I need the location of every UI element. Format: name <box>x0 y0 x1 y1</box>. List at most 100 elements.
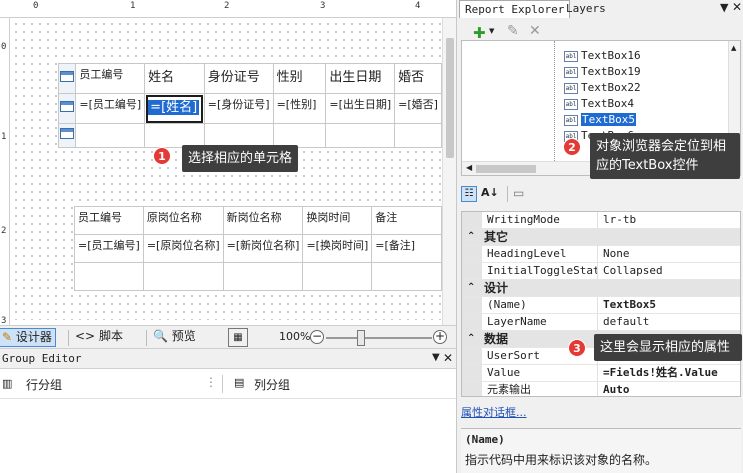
table-cell[interactable] <box>302 262 373 291</box>
arrow-up-icon[interactable]: ▲ <box>731 44 736 52</box>
zoom-in-button[interactable]: + <box>433 330 447 344</box>
property-category[interactable]: ⌃ 设计 <box>462 280 740 297</box>
row-handle[interactable] <box>57 63 77 94</box>
property-grid[interactable]: WritingMode lr-tb ⌃ 其它 HeadingLevel None Initi… <box>461 211 741 397</box>
table-header-row[interactable]: 员工编号 姓名 身份证号 性别 出生日期 婚否 <box>57 63 442 94</box>
table-cell[interactable]: =[婚否] <box>394 93 442 124</box>
tree-item[interactable]: abl TextBox19 <box>564 64 641 79</box>
table-cell[interactable]: 新岗位名称 <box>222 206 304 235</box>
table-cell[interactable]: =[员工编号] <box>74 234 144 263</box>
tree-item[interactable]: abl TextBox4 <box>564 96 634 111</box>
table-cell[interactable]: 姓名 <box>144 63 205 94</box>
table-cell[interactable]: 员工编号 <box>74 206 144 235</box>
table-cell[interactable]: =[员工编号] <box>75 93 146 124</box>
table-cell[interactable]: 原岗位名称 <box>142 206 224 235</box>
property-value[interactable]: Collapsed <box>600 263 740 280</box>
table-cell[interactable]: =[性别] <box>272 93 327 124</box>
table-cell[interactable]: =[出生日期] <box>325 93 396 124</box>
chevron-down-icon[interactable]: ▼ <box>720 1 728 14</box>
arrow-left-icon[interactable]: ◀ <box>466 163 472 172</box>
tree-item-selected[interactable]: abl TextBox5 <box>564 112 636 127</box>
table-detail-row[interactable]: =[员工编号] =[原岗位名称] =[新岗位名称] =[换岗时间] =[备注] <box>74 234 442 263</box>
table-cell[interactable] <box>222 262 304 291</box>
splitter-handle[interactable]: ⋮ <box>205 375 217 389</box>
property-value[interactable]: default <box>600 314 740 331</box>
table-cell[interactable] <box>74 262 144 291</box>
property-value[interactable]: =Fields!姓名.Value <box>600 365 740 382</box>
close-icon[interactable]: ✕ <box>443 351 453 365</box>
table-cell[interactable]: 换岗时间 <box>302 206 373 235</box>
tab-report-explorer[interactable]: Report Explorer <box>459 0 571 18</box>
preview-tab-button[interactable]: 🔍 预览 <box>150 328 199 347</box>
table-cell[interactable] <box>203 123 274 148</box>
property-value[interactable]: None <box>600 246 740 263</box>
property-row[interactable]: InitialToggleState Collapsed <box>462 263 740 280</box>
property-row[interactable]: HeadingLevel None <box>462 246 740 263</box>
table-cell[interactable]: =[换岗时间] <box>302 234 373 263</box>
table-cell[interactable]: 婚否 <box>394 63 442 94</box>
edit-icon[interactable]: ✎ <box>507 23 519 39</box>
property-pages-button[interactable]: ▭ <box>513 186 524 200</box>
designer-tab-button[interactable]: ✎ 设计器 <box>0 328 56 347</box>
collapse-icon[interactable]: ⌃ <box>467 280 475 296</box>
ruler-number: 2 <box>1 226 7 236</box>
table-cell[interactable]: 身份证号 <box>203 63 274 94</box>
employee-table[interactable]: 员工编号 姓名 身份证号 性别 出生日期 婚否 =[员工编号] =[姓名] =[… <box>57 63 442 148</box>
ruler-toggle-button[interactable]: ▦ <box>228 328 248 347</box>
description-title: (Name) <box>465 433 505 446</box>
property-row[interactable]: WritingMode lr-tb <box>462 212 740 229</box>
property-dialog-link[interactable]: 属性对话框... <box>461 404 527 420</box>
tab-layers[interactable]: Layers <box>561 0 611 18</box>
table-cell[interactable]: 备注 <box>371 206 442 235</box>
row-handle[interactable] <box>57 93 77 124</box>
collapse-icon[interactable]: ⌃ <box>467 331 475 347</box>
delete-icon[interactable]: ✕ <box>529 23 541 39</box>
table-cell[interactable] <box>325 123 396 148</box>
table-cell[interactable]: =[身份证号] <box>203 93 274 124</box>
table-cell[interactable]: 出生日期 <box>325 63 396 94</box>
property-value[interactable]: lr-tb <box>600 212 740 229</box>
table-cell[interactable]: 性别 <box>272 63 327 94</box>
vertical-scrollbar[interactable] <box>442 18 456 325</box>
collapse-icon[interactable]: ⌃ <box>467 229 475 245</box>
property-row[interactable]: 元素输出 Auto <box>462 382 740 396</box>
selected-table-cell[interactable]: =[姓名] <box>144 93 205 124</box>
property-row[interactable]: Value =Fields!姓名.Value <box>462 365 740 382</box>
table-cell[interactable] <box>144 123 205 148</box>
chevron-down-icon[interactable]: ▼ <box>432 352 440 363</box>
zoom-slider-track[interactable] <box>326 337 432 339</box>
toolbar-separator <box>507 186 508 202</box>
property-row[interactable]: (Name) TextBox5 <box>462 297 740 314</box>
table-cell[interactable] <box>142 262 224 291</box>
table-cell[interactable] <box>371 262 442 291</box>
table-footer-row[interactable] <box>57 123 442 148</box>
tree-item[interactable]: abl TextBox16 <box>564 48 641 63</box>
chevron-down-icon[interactable]: ▼ <box>489 27 494 35</box>
table-cell[interactable]: =[原岗位名称] <box>142 234 224 263</box>
report-designer-canvas[interactable]: 0 1 2 3 4 0 1 2 3 员工编号 姓名 身份证号 性别 出生日期 婚… <box>0 0 456 325</box>
table-detail-row[interactable]: =[员工编号] =[姓名] =[身份证号] =[性别] =[出生日期] =[婚否… <box>57 93 442 124</box>
row-handle[interactable] <box>57 123 77 148</box>
table-footer-row[interactable] <box>74 262 442 291</box>
table-cell[interactable]: =[新岗位名称] <box>222 234 304 263</box>
table-cell[interactable] <box>394 123 442 148</box>
tree-item[interactable]: abl TextBox22 <box>564 80 641 95</box>
close-icon[interactable]: ✕ <box>732 0 742 14</box>
property-value[interactable]: Auto <box>600 382 740 396</box>
table-cell[interactable] <box>75 123 146 148</box>
table-header-row[interactable]: 员工编号 原岗位名称 新岗位名称 换岗时间 备注 <box>74 206 442 235</box>
sort-alphabetical-button[interactable]: A↓ <box>481 186 499 199</box>
zoom-out-button[interactable]: − <box>310 330 324 344</box>
scrollbar-thumb[interactable] <box>446 38 454 158</box>
table-cell[interactable]: 员工编号 <box>75 63 146 94</box>
categorized-view-button[interactable]: ☷ <box>461 186 477 202</box>
scrollbar-thumb[interactable] <box>476 165 536 173</box>
property-category[interactable]: ⌃ 其它 <box>462 229 740 246</box>
property-row[interactable]: LayerName default <box>462 314 740 331</box>
table-cell[interactable]: =[备注] <box>371 234 442 263</box>
zoom-slider-thumb[interactable] <box>357 330 365 346</box>
property-value[interactable]: TextBox5 <box>600 297 740 314</box>
table-cell[interactable] <box>272 123 327 148</box>
script-tab-button[interactable]: <> 脚本 <box>72 328 126 347</box>
position-change-table[interactable]: 员工编号 原岗位名称 新岗位名称 换岗时间 备注 =[员工编号] =[原岗位名称… <box>74 206 442 291</box>
